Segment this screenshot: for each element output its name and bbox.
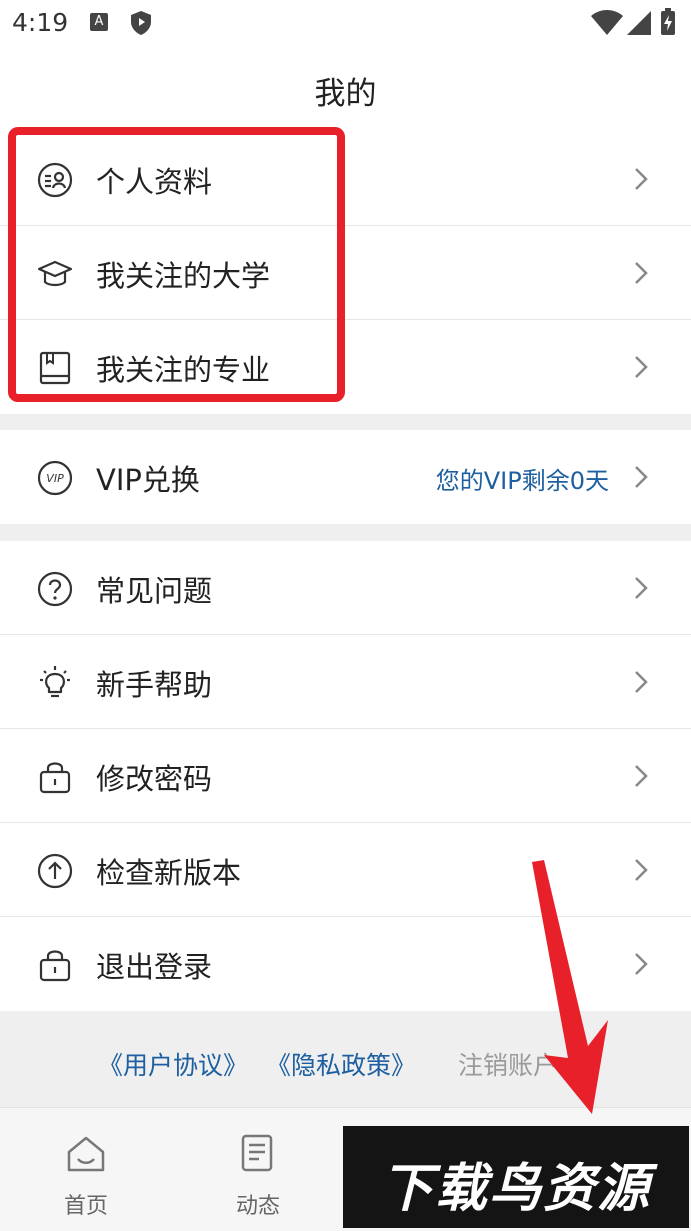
menu-item-beginner-help[interactable]: 新手帮助	[0, 635, 691, 729]
home-icon	[67, 1136, 105, 1172]
chevron-right-icon	[635, 577, 648, 599]
vip-icon: VIP	[37, 460, 73, 496]
lock-icon	[39, 762, 71, 794]
tab-label: 首页	[63, 1194, 108, 1219]
watermark-logo: 下载鸟资源	[343, 1126, 689, 1228]
vip-remaining-text: 您的VIP剩余0天	[435, 467, 609, 495]
status-bar: 4:19 A	[0, 0, 691, 48]
status-time: 4:19	[12, 8, 69, 37]
chevron-right-icon	[635, 765, 648, 787]
menu-item-faq[interactable]: 常见问题	[0, 541, 691, 635]
chevron-right-icon	[635, 953, 648, 975]
menu-label: 检查新版本	[96, 856, 242, 890]
menu-item-change-password[interactable]: 修改密码	[0, 729, 691, 823]
svg-text:VIP: VIP	[46, 472, 64, 485]
chevron-right-icon	[635, 262, 648, 284]
menu-label: 常见问题	[96, 574, 213, 608]
app-notification-icon: A	[90, 13, 108, 31]
chevron-right-icon	[635, 356, 648, 378]
watermark-text: 下载鸟资源	[380, 1159, 651, 1219]
tab-news[interactable]: 动态	[172, 1108, 344, 1231]
wifi-icon	[591, 10, 623, 35]
chevron-right-icon	[635, 168, 648, 190]
tab-label: 动态	[235, 1194, 280, 1219]
menu-label: 修改密码	[96, 762, 213, 796]
tab-home[interactable]: 首页	[0, 1108, 172, 1231]
shield-icon	[131, 11, 151, 35]
chevron-right-icon	[635, 671, 648, 693]
chevron-right-icon	[635, 859, 648, 881]
page-title: 我的	[314, 76, 377, 112]
menu-item-vip-redeem[interactable]: VIP VIP兑换 您的VIP剩余0天	[0, 430, 691, 524]
privacy-policy-link[interactable]: 《隐私政策》	[266, 1046, 416, 1082]
battery-icon	[661, 8, 675, 35]
system-indicators	[591, 8, 675, 35]
highlight-box	[8, 127, 345, 402]
news-icon	[241, 1134, 273, 1172]
upload-circle-icon	[37, 853, 73, 889]
page-header: 我的	[0, 48, 691, 132]
signal-icon	[627, 11, 651, 35]
menu-label: 新手帮助	[96, 668, 213, 702]
lock-icon	[39, 950, 71, 982]
question-circle-icon	[37, 571, 73, 607]
menu-label: VIP兑换	[96, 463, 200, 497]
user-agreement-link[interactable]: 《用户协议》	[98, 1046, 248, 1082]
menu-label: 退出登录	[96, 950, 213, 984]
lightbulb-icon	[40, 666, 70, 698]
red-arrow-annotation	[532, 860, 608, 1114]
chevron-right-icon	[635, 466, 648, 488]
vip-group: VIP VIP兑换 您的VIP剩余0天	[0, 430, 691, 524]
